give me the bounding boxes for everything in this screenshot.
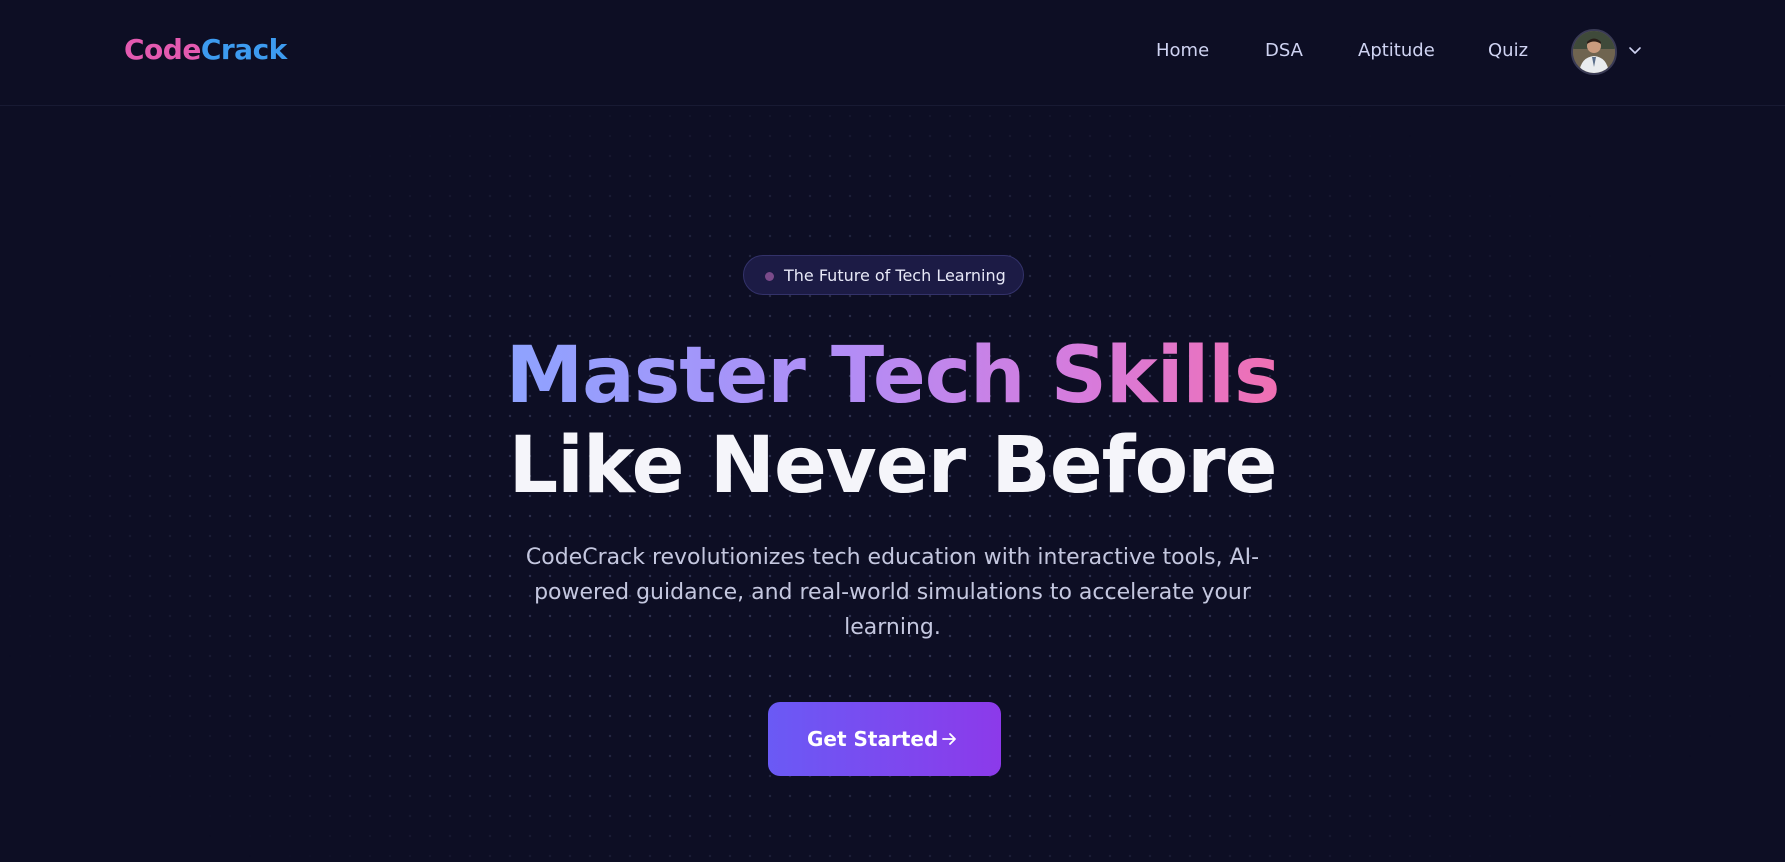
badge-pill: The Future of Tech Learning — [743, 255, 1024, 295]
badge-dot-icon — [765, 272, 774, 281]
get-started-label: Get Started — [807, 727, 939, 751]
nav-link-aptitude[interactable]: Aptitude — [1358, 40, 1435, 61]
logo[interactable]: CodeCrack — [124, 33, 287, 66]
landing-page: CodeCrack Home DSA Aptitude Quiz The Fut… — [0, 0, 1785, 862]
nav-link-home[interactable]: Home — [1156, 40, 1209, 61]
arrow-right-icon — [942, 733, 956, 745]
chevron-down-icon[interactable] — [1627, 42, 1643, 58]
headline-gradient-text: Master Tech Skills — [505, 331, 1281, 421]
avatar-photo-icon — [1573, 31, 1615, 73]
hero-subtitle: CodeCrack revolutionizes tech education … — [525, 545, 1260, 640]
headline-line-1: Master Tech Skills — [0, 330, 1785, 422]
logo-crack-text: Crack — [200, 33, 287, 66]
badge-text: The Future of Tech Learning — [784, 266, 1006, 285]
navbar: CodeCrack Home DSA Aptitude Quiz — [0, 0, 1785, 106]
get-started-button[interactable]: Get Started — [768, 702, 1001, 776]
user-avatar[interactable] — [1571, 29, 1617, 75]
nav-link-quiz[interactable]: Quiz — [1488, 40, 1528, 61]
headline-line-2: Like Never Before — [508, 421, 1277, 511]
nav-link-dsa[interactable]: DSA — [1265, 40, 1303, 61]
logo-code-text: Code — [124, 33, 201, 66]
